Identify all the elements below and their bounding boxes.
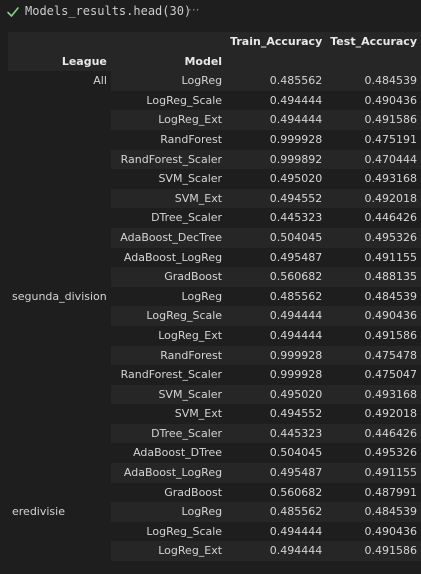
- train-accuracy-cell: 0.495487: [226, 463, 327, 483]
- index-name-model: Model: [110, 51, 227, 72]
- test-accuracy-cell: 0.490436: [364, 524, 418, 538]
- test-accuracy-cell: 0.484539: [326, 71, 421, 91]
- index-name-league: League: [8, 51, 111, 72]
- train-accuracy-cell: 0.560682: [226, 267, 327, 287]
- test-accuracy-cell: 0.490436: [326, 306, 421, 326]
- test-accuracy-cell: 0.493168: [326, 384, 421, 405]
- test-accuracy-cell: 0.475047: [364, 368, 418, 382]
- model-cell: RandForest_Scaler: [110, 149, 227, 170]
- model-cell: LogReg_Scale: [146, 524, 223, 538]
- train-accuracy-cell: 0.999928: [269, 132, 323, 146]
- train-accuracy-cell: 0.999928: [269, 368, 323, 382]
- train-accuracy-cell: 0.999892: [226, 149, 327, 170]
- table-row: eredivisie LogReg 0.485562 0.484539: [8, 502, 421, 562]
- test-accuracy-cell: 0.492018: [364, 407, 418, 421]
- test-accuracy-cell: 0.475478: [326, 345, 421, 366]
- header-blank: [8, 32, 111, 52]
- header-blank: [326, 51, 421, 72]
- model-cell: RandForest: [160, 132, 223, 146]
- model-cell: RandForest: [110, 345, 227, 366]
- test-accuracy-cell: 0.487991: [364, 485, 418, 499]
- train-accuracy-cell: 0.999928: [226, 345, 327, 366]
- train-accuracy-cell: 0.445323: [269, 211, 323, 225]
- train-accuracy-cell: 0.494552: [269, 407, 323, 421]
- train-accuracy-cell: 0.495020: [226, 384, 327, 405]
- test-accuracy-cell: 0.475191: [364, 132, 418, 146]
- model-cell: LogReg: [110, 502, 227, 522]
- test-accuracy-cell: 0.493168: [364, 172, 418, 186]
- model-cell: SVM_Scaler: [158, 172, 223, 186]
- cell-output-header: Models_results.head(30) ···: [0, 0, 421, 28]
- model-cell: GradBoost: [164, 485, 223, 499]
- train-accuracy-cell: 0.495487: [269, 250, 323, 264]
- train-accuracy-cell: 0.494552: [226, 188, 327, 209]
- table-body: All LogReg 0.485562 0.484539 LogReg_Scale 0.4…: [8, 71, 421, 562]
- test-accuracy-cell: 0.491586: [364, 328, 418, 342]
- model-cell: LogReg_Ext: [110, 541, 227, 562]
- train-accuracy-cell: 0.494444: [269, 328, 323, 342]
- model-cell: AdaBoost_DTree: [133, 446, 223, 460]
- test-accuracy-cell: 0.491155: [364, 250, 418, 264]
- train-accuracy-cell: 0.494444: [226, 541, 327, 562]
- test-accuracy-cell: 0.495326: [364, 446, 418, 460]
- test-accuracy-cell: 0.495326: [326, 227, 421, 248]
- test-accuracy-cell: 0.484539: [364, 289, 418, 303]
- model-cell: SVM_Scaler: [110, 384, 227, 405]
- model-cell: AdaBoost_LogReg: [123, 250, 223, 264]
- header-blank: [226, 51, 327, 72]
- train-accuracy-cell: 0.485562: [226, 502, 327, 522]
- league-cell: All: [8, 71, 111, 287]
- model-cell: LogReg_Ext: [158, 328, 223, 342]
- train-accuracy-cell: 0.494444: [269, 524, 323, 538]
- test-accuracy-cell: 0.492018: [326, 188, 421, 209]
- model-cell: LogReg_Ext: [110, 110, 227, 130]
- index-header-row: League Model: [8, 51, 421, 72]
- test-accuracy-cell: 0.491155: [326, 463, 421, 483]
- train-accuracy-cell: 0.494444: [226, 306, 327, 326]
- model-cell: LogReg: [181, 289, 223, 303]
- table-row: All LogReg 0.485562 0.484539: [8, 71, 421, 287]
- results-table: Train_Accuracy Test_Accuracy League Mode…: [8, 32, 421, 562]
- test-accuracy-cell: 0.484539: [326, 502, 421, 522]
- test-accuracy-cell: 0.446426: [364, 211, 418, 225]
- train-accuracy-cell: 0.494444: [269, 93, 323, 107]
- table-head: Train_Accuracy Test_Accuracy League Mode…: [8, 32, 421, 72]
- model-cell: DTree_Scaler: [110, 423, 227, 444]
- train-accuracy-cell: 0.504045: [269, 446, 323, 460]
- test-accuracy-cell: 0.470444: [326, 149, 421, 170]
- train-accuracy-cell: 0.445323: [226, 423, 327, 444]
- model-cell: SVM_Ext: [110, 188, 227, 209]
- train-accuracy-cell: 0.485562: [269, 289, 323, 303]
- column-header-test: Test_Accuracy: [326, 32, 421, 52]
- train-accuracy-cell: 0.495020: [269, 172, 323, 186]
- model-cell: LogReg_Scale: [110, 306, 227, 326]
- league-cell: eredivisie: [8, 502, 111, 562]
- model-cell: AdaBoost_DecTree: [110, 227, 227, 248]
- train-accuracy-cell: 0.494444: [226, 110, 327, 130]
- model-cell: LogReg_Scale: [146, 93, 223, 107]
- model-cell: SVM_Ext: [174, 407, 223, 421]
- league-cell: segunda_division: [8, 286, 111, 503]
- column-header-row: Train_Accuracy Test_Accuracy: [8, 32, 421, 52]
- ellipsis-icon[interactable]: ···: [188, 3, 199, 17]
- test-accuracy-cell: 0.490436: [364, 93, 418, 107]
- table-row: segunda_division LogReg 0.485562 0.484539: [8, 286, 421, 503]
- test-accuracy-cell: 0.491586: [326, 541, 421, 562]
- train-accuracy-cell: 0.560682: [269, 485, 323, 499]
- train-accuracy-cell: 0.485562: [226, 71, 327, 91]
- test-accuracy-cell: 0.491586: [326, 110, 421, 130]
- test-accuracy-cell: 0.446426: [326, 423, 421, 444]
- check-icon: [7, 7, 19, 17]
- model-cell: GradBoost: [110, 267, 227, 287]
- dataframe-output: Train_Accuracy Test_Accuracy League Mode…: [0, 30, 421, 574]
- model-cell: DTree_Scaler: [151, 211, 223, 225]
- model-cell: RandForest_Scaler: [120, 368, 223, 382]
- header-blank: [110, 32, 227, 52]
- model-cell: AdaBoost_LogReg: [110, 463, 227, 483]
- column-header-train: Train_Accuracy: [226, 32, 327, 52]
- code-line: Models_results.head(30): [25, 4, 192, 18]
- model-cell: LogReg: [110, 71, 227, 91]
- test-accuracy-cell: 0.488135: [326, 267, 421, 287]
- train-accuracy-cell: 0.504045: [226, 227, 327, 248]
